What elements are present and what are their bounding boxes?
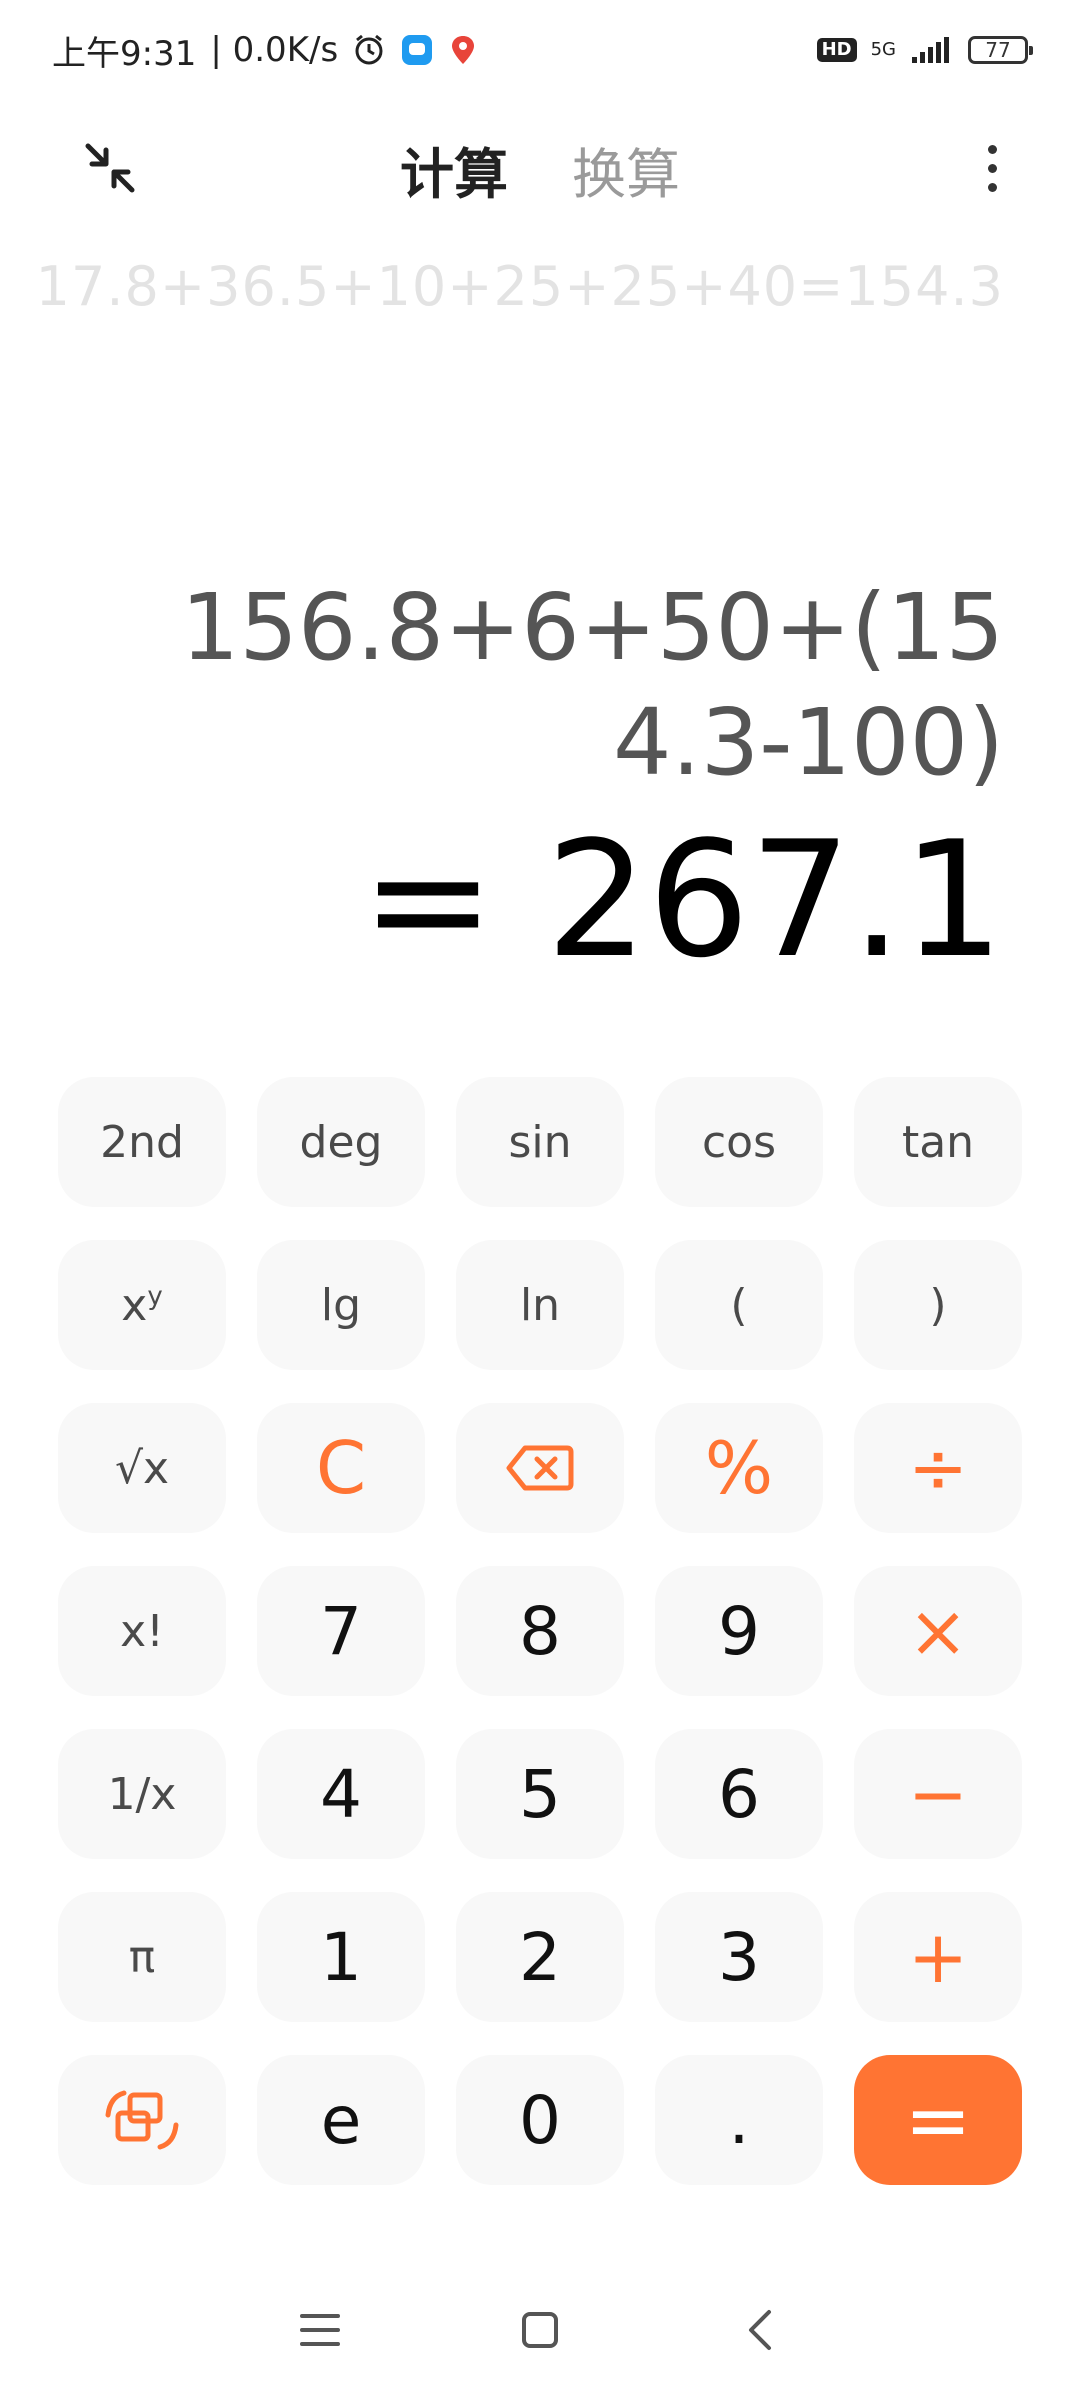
map-app-icon (448, 33, 478, 67)
more-dot (987, 163, 997, 173)
backspace-icon (506, 1445, 574, 1491)
key-sin[interactable]: sin (456, 1077, 624, 1207)
nav-menu-button[interactable] (290, 2300, 350, 2360)
key-open-paren[interactable]: ( (655, 1240, 823, 1370)
key-clear[interactable]: C (257, 1403, 425, 1533)
battery-icon: 77 (968, 36, 1033, 64)
more-menu-button[interactable] (952, 128, 1032, 208)
power-label: xy (121, 1279, 163, 1331)
status-right: HD 5G 77 (816, 35, 1033, 65)
expression-display: 156.8+6+50+(154.3-100) (180, 574, 1004, 796)
history-line[interactable]: 17.8+36.5+10+25+25+40=154.3 (36, 255, 1004, 318)
key-3[interactable]: 3 (655, 1892, 823, 2022)
tab-convert[interactable]: 换算 (572, 130, 680, 209)
result-display: = 267.1 (361, 806, 1004, 993)
key-9[interactable]: 9 (655, 1566, 823, 1696)
menu-icon (300, 2314, 340, 2346)
status-bar: 上午9:31 | 0.0K/s HD 5G 77 (0, 0, 1080, 100)
key-tan[interactable]: tan (854, 1077, 1022, 1207)
keypad-row: 2nd deg sin cos tan (58, 1077, 1024, 1207)
key-percent[interactable]: % (655, 1403, 823, 1533)
key-7[interactable]: 7 (257, 1566, 425, 1696)
key-decimal[interactable]: . (655, 2055, 823, 2185)
calculator-screen: 上午9:31 | 0.0K/s HD 5G 77 计算 换算 17.8+36.5… (0, 0, 1080, 2400)
key-6[interactable]: 6 (655, 1729, 823, 1859)
key-sqrt[interactable]: √x (58, 1403, 226, 1533)
network-type: 5G (870, 39, 896, 60)
key-reciprocal[interactable]: 1/x (58, 1729, 226, 1859)
keypad-row: √x C % ÷ (58, 1403, 1024, 1533)
key-0[interactable]: 0 (456, 2055, 624, 2185)
mode-tabs: 计算 换算 (0, 130, 1080, 209)
nav-home-button[interactable] (510, 2300, 570, 2360)
more-dot (987, 182, 997, 192)
status-speed: | 0.0K/s (210, 30, 339, 70)
battery-level: 77 (985, 38, 1011, 62)
navigation-bar (0, 2260, 1080, 2400)
key-divide[interactable]: ÷ (854, 1403, 1022, 1533)
keypad-row: 1/x 4 5 6 − (58, 1729, 1024, 1859)
more-dot (987, 144, 997, 154)
switch-mode-icon (105, 2090, 179, 2150)
back-icon (749, 2310, 771, 2350)
alarm-icon (352, 33, 386, 67)
key-equals[interactable]: = (854, 2055, 1022, 2185)
key-pi[interactable]: π (58, 1892, 226, 2022)
key-4[interactable]: 4 (257, 1729, 425, 1859)
key-lg[interactable]: lg (257, 1240, 425, 1370)
top-bar: 计算 换算 (0, 100, 1080, 230)
key-deg[interactable]: deg (257, 1077, 425, 1207)
key-8[interactable]: 8 (456, 1566, 624, 1696)
keypad-row: e 0 . = (58, 2055, 1024, 2185)
key-5[interactable]: 5 (456, 1729, 624, 1859)
key-power[interactable]: xy (58, 1240, 226, 1370)
keypad-row: π 1 2 3 + (58, 1892, 1024, 2022)
key-2nd[interactable]: 2nd (58, 1077, 226, 1207)
message-app-icon (400, 33, 434, 67)
key-switch-mode[interactable] (58, 2055, 226, 2185)
status-left: 上午9:31 | 0.0K/s (52, 26, 478, 75)
key-close-paren[interactable]: ) (854, 1240, 1022, 1370)
key-e[interactable]: e (257, 2055, 425, 2185)
key-1[interactable]: 1 (257, 1892, 425, 2022)
key-ln[interactable]: ln (456, 1240, 624, 1370)
nav-back-button[interactable] (730, 2300, 790, 2360)
tab-calculate[interactable]: 计算 (400, 130, 508, 209)
hd-badge: HD (816, 38, 857, 62)
key-add[interactable]: + (854, 1892, 1022, 2022)
signal-icon (910, 35, 954, 65)
key-backspace[interactable] (456, 1403, 624, 1533)
keypad-row: xy lg ln ( ) (58, 1240, 1024, 1370)
key-2[interactable]: 2 (456, 1892, 624, 2022)
key-factorial[interactable]: x! (58, 1566, 226, 1696)
keypad: 2nd deg sin cos tan xy lg ln ( ) √x C % … (58, 1077, 1024, 2218)
keypad-row: x! 7 8 9 × (58, 1566, 1024, 1696)
key-multiply[interactable]: × (854, 1566, 1022, 1696)
home-icon (522, 2312, 558, 2348)
key-subtract[interactable]: − (854, 1729, 1022, 1859)
status-time: 上午9:31 (52, 33, 197, 74)
key-cos[interactable]: cos (655, 1077, 823, 1207)
